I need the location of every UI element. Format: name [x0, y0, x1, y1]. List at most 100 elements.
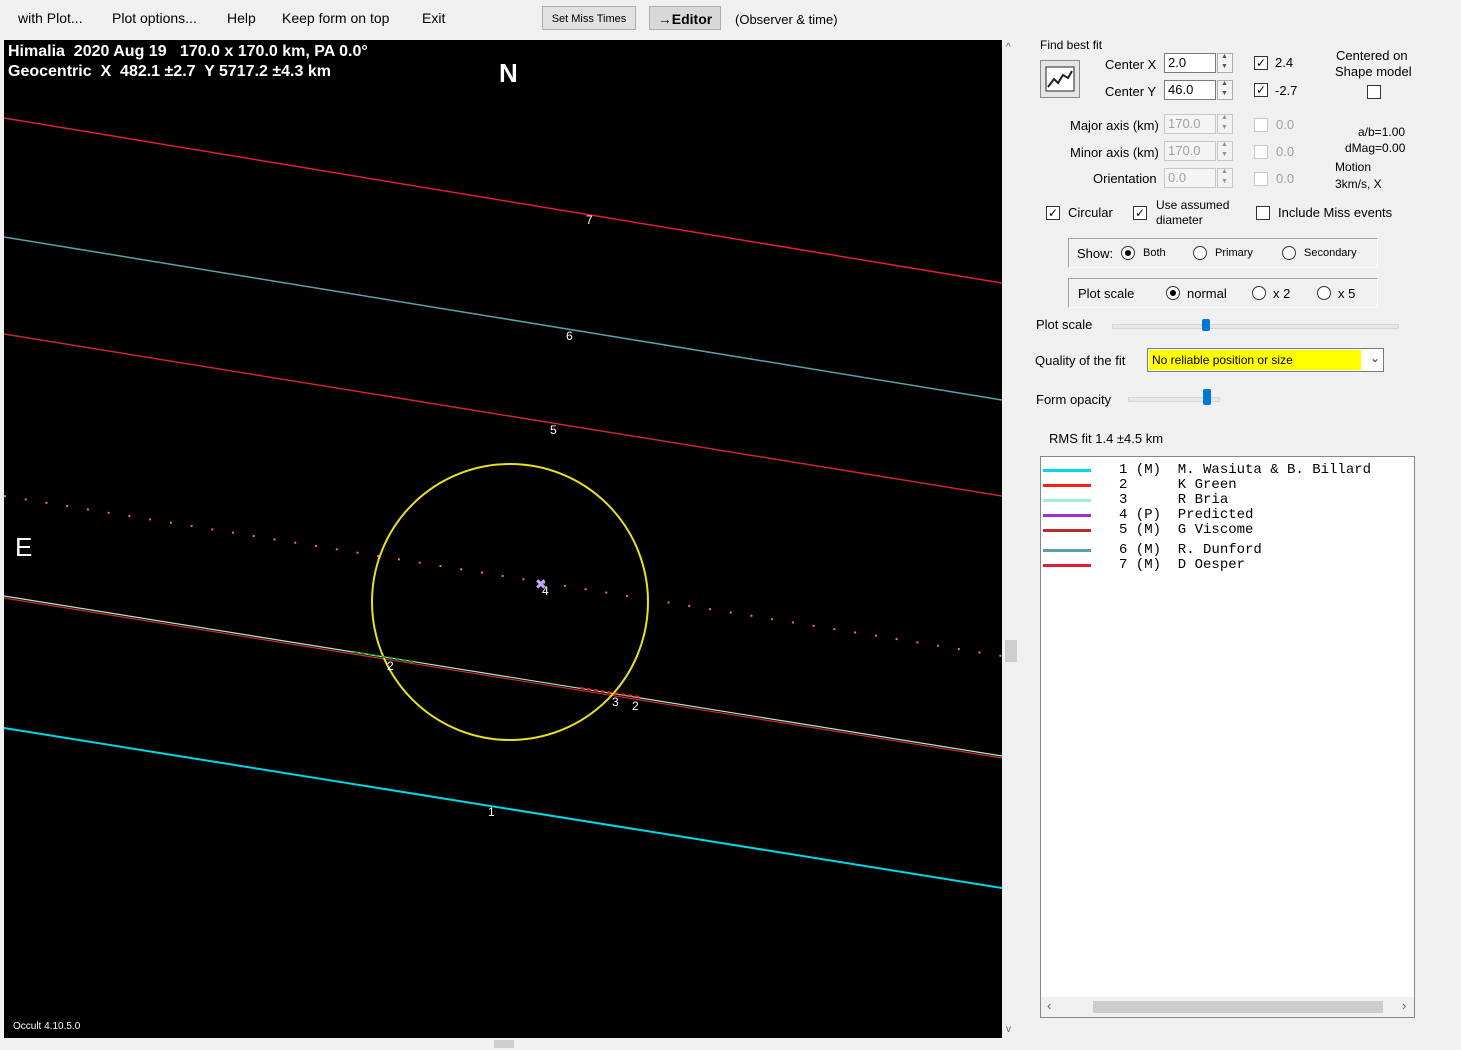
legend-text: 2 K Green — [1119, 477, 1237, 493]
plot-scale-slider[interactable] — [1112, 324, 1399, 329]
shape-model-checkbox[interactable] — [1367, 85, 1381, 99]
scroll-right-icon[interactable]: › — [1402, 998, 1406, 1013]
center-y-input[interactable]: 46.0 — [1164, 80, 1216, 100]
quality-value: No reliable position or size — [1149, 350, 1361, 370]
major-axis-label: Major axis (km) — [1070, 118, 1159, 133]
quality-select[interactable]: No reliable position or size ⌄ — [1147, 348, 1384, 372]
minor-axis-input[interactable]: 170.0 — [1164, 141, 1216, 161]
find-best-fit-button[interactable] — [1040, 60, 1080, 98]
legend-text: 3 R Bria — [1119, 492, 1229, 508]
scale-x2-label: x 2 — [1273, 286, 1291, 301]
major-axis-fit-value: 0.0 — [1276, 117, 1295, 132]
orientation-label: Orientation — [1093, 171, 1157, 186]
center-x-label: Center X — [1105, 57, 1157, 72]
legend-line-swatch — [1043, 499, 1091, 502]
legend-horizontal-scrollbar[interactable]: ‹ › — [1041, 997, 1414, 1017]
quality-label: Quality of the fit — [1035, 353, 1126, 368]
chord-line-5 — [4, 333, 1002, 497]
chord-label-2-right: 2 — [632, 699, 639, 713]
circular-label: Circular — [1068, 205, 1113, 220]
use-assumed-checkbox[interactable]: ✓ — [1133, 206, 1147, 220]
legend-line-swatch — [1043, 514, 1091, 517]
legend-line-swatch — [1043, 484, 1091, 487]
find-best-fit-label: Find best fit — [1040, 38, 1103, 52]
scale-x2-radio[interactable] — [1252, 286, 1266, 300]
form-opacity-slider-thumb[interactable] — [1203, 389, 1211, 405]
scale-x5-label: x 5 — [1338, 286, 1356, 301]
major-axis-input[interactable]: 170.0 — [1164, 114, 1216, 134]
show-both-label: Both — [1143, 247, 1166, 259]
center-y-checkbox[interactable]: ✓ — [1254, 83, 1268, 97]
minor-axis-checkbox[interactable] — [1254, 145, 1268, 159]
include-miss-label: Include Miss events — [1278, 205, 1393, 220]
chord-line-2 — [4, 597, 1002, 759]
plot-scale-slider-thumb[interactable] — [1202, 319, 1210, 331]
menu-with-plot[interactable]: with Plot... — [18, 10, 83, 26]
chord-line-7 — [4, 117, 1002, 284]
diameter-label: diameter — [1156, 213, 1203, 227]
plot-scale-slider-label: Plot scale — [1036, 317, 1093, 332]
legend-text: 4 (P) Predicted — [1119, 507, 1254, 523]
minor-axis-label: Minor axis (km) — [1070, 145, 1159, 160]
form-opacity-label: Form opacity — [1036, 392, 1112, 407]
menu-keep-on-top[interactable]: Keep form on top — [282, 10, 389, 26]
scale-normal-radio[interactable] — [1166, 286, 1180, 300]
chord-label-7: 7 — [586, 213, 593, 227]
plot-title: Himalia 2020 Aug 19 170.0 x 170.0 km, PA… — [8, 43, 368, 60]
plot-vertical-scrollbar[interactable]: ^ v — [1003, 40, 1020, 1038]
menu-plot-options[interactable]: Plot options... — [112, 10, 197, 26]
center-y-spinner[interactable] — [1217, 80, 1233, 100]
scroll-left-icon[interactable]: ‹ — [1047, 998, 1051, 1013]
center-y-label: Center Y — [1105, 84, 1157, 99]
motion-label: Motion — [1335, 160, 1372, 174]
minor-axis-fit-value: 0.0 — [1276, 144, 1295, 159]
menu-help[interactable]: Help — [227, 10, 256, 26]
observer-legend[interactable]: 1 (M) M. Wasiuta & B. Billard 2 K Green 3 … — [1040, 456, 1415, 1018]
include-miss-checkbox[interactable] — [1256, 206, 1270, 220]
orientation-fit-value: 0.0 — [1276, 171, 1295, 186]
minor-axis-spinner[interactable] — [1217, 141, 1233, 161]
scale-x5-radio[interactable] — [1317, 286, 1331, 300]
plot-scale-group-label: Plot scale — [1078, 286, 1135, 301]
plot-horizontal-scrollbar[interactable] — [4, 1038, 1002, 1050]
orientation-input[interactable]: 0.0 — [1164, 168, 1216, 188]
circular-checkbox[interactable]: ✓ — [1046, 206, 1060, 220]
legend-line-swatch — [1043, 549, 1091, 552]
menu-bar: with Plot... Plot options... Help Keep f… — [0, 0, 1000, 38]
chord-line-6 — [4, 236, 1002, 401]
chord-line-3 — [4, 595, 1002, 757]
legend-text: 6 (M) R. Dunford — [1119, 542, 1262, 558]
shape-model-label: Shape model — [1335, 64, 1412, 79]
east-label: E — [15, 532, 33, 562]
fitted-outline — [371, 463, 649, 741]
chord-label-1: 1 — [488, 805, 495, 819]
orientation-spinner[interactable] — [1217, 168, 1233, 188]
major-axis-checkbox[interactable] — [1254, 118, 1268, 132]
legend-line-swatch — [1043, 469, 1091, 472]
editor-button[interactable]: →Editor — [649, 6, 721, 30]
ab-ratio: a/b=1.00 — [1358, 125, 1406, 139]
legend-text: 7 (M) D Oesper — [1119, 557, 1246, 573]
center-x-spinner[interactable] — [1217, 53, 1233, 73]
major-axis-spinner[interactable] — [1217, 114, 1233, 134]
legend-scroll-thumb[interactable] — [1093, 1001, 1383, 1013]
use-assumed-label: Use assumed — [1156, 198, 1230, 212]
show-both-radio[interactable] — [1121, 246, 1135, 260]
show-secondary-label: Secondary — [1304, 247, 1357, 259]
north-label: N — [499, 58, 518, 88]
menu-exit[interactable]: Exit — [422, 10, 445, 26]
set-miss-times-button[interactable]: Set Miss Times — [542, 6, 636, 30]
show-secondary-radio[interactable] — [1282, 246, 1296, 260]
legend-text: 1 (M) M. Wasiuta & B. Billard — [1119, 462, 1372, 478]
plot-geocentric: Geocentric X 482.1 ±2.7 Y 5717.2 ±4.3 km — [8, 63, 331, 80]
center-x-checkbox[interactable]: ✓ — [1254, 56, 1268, 70]
orientation-checkbox[interactable] — [1254, 172, 1268, 186]
occultation-plot[interactable]: ✖ Himalia 2020 Aug 19 170.0 x 170.0 km, … — [4, 40, 1002, 1038]
centered-on-label: Centered on — [1336, 48, 1408, 63]
observer-time-label: (Observer & time) — [735, 12, 838, 27]
legend-line-swatch — [1043, 529, 1091, 532]
show-primary-radio[interactable] — [1193, 246, 1207, 260]
center-x-input[interactable]: 2.0 — [1164, 53, 1216, 73]
legend-text: 5 (M) G Viscome — [1119, 522, 1254, 538]
plot-canvas: ✖ — [4, 117, 1002, 889]
